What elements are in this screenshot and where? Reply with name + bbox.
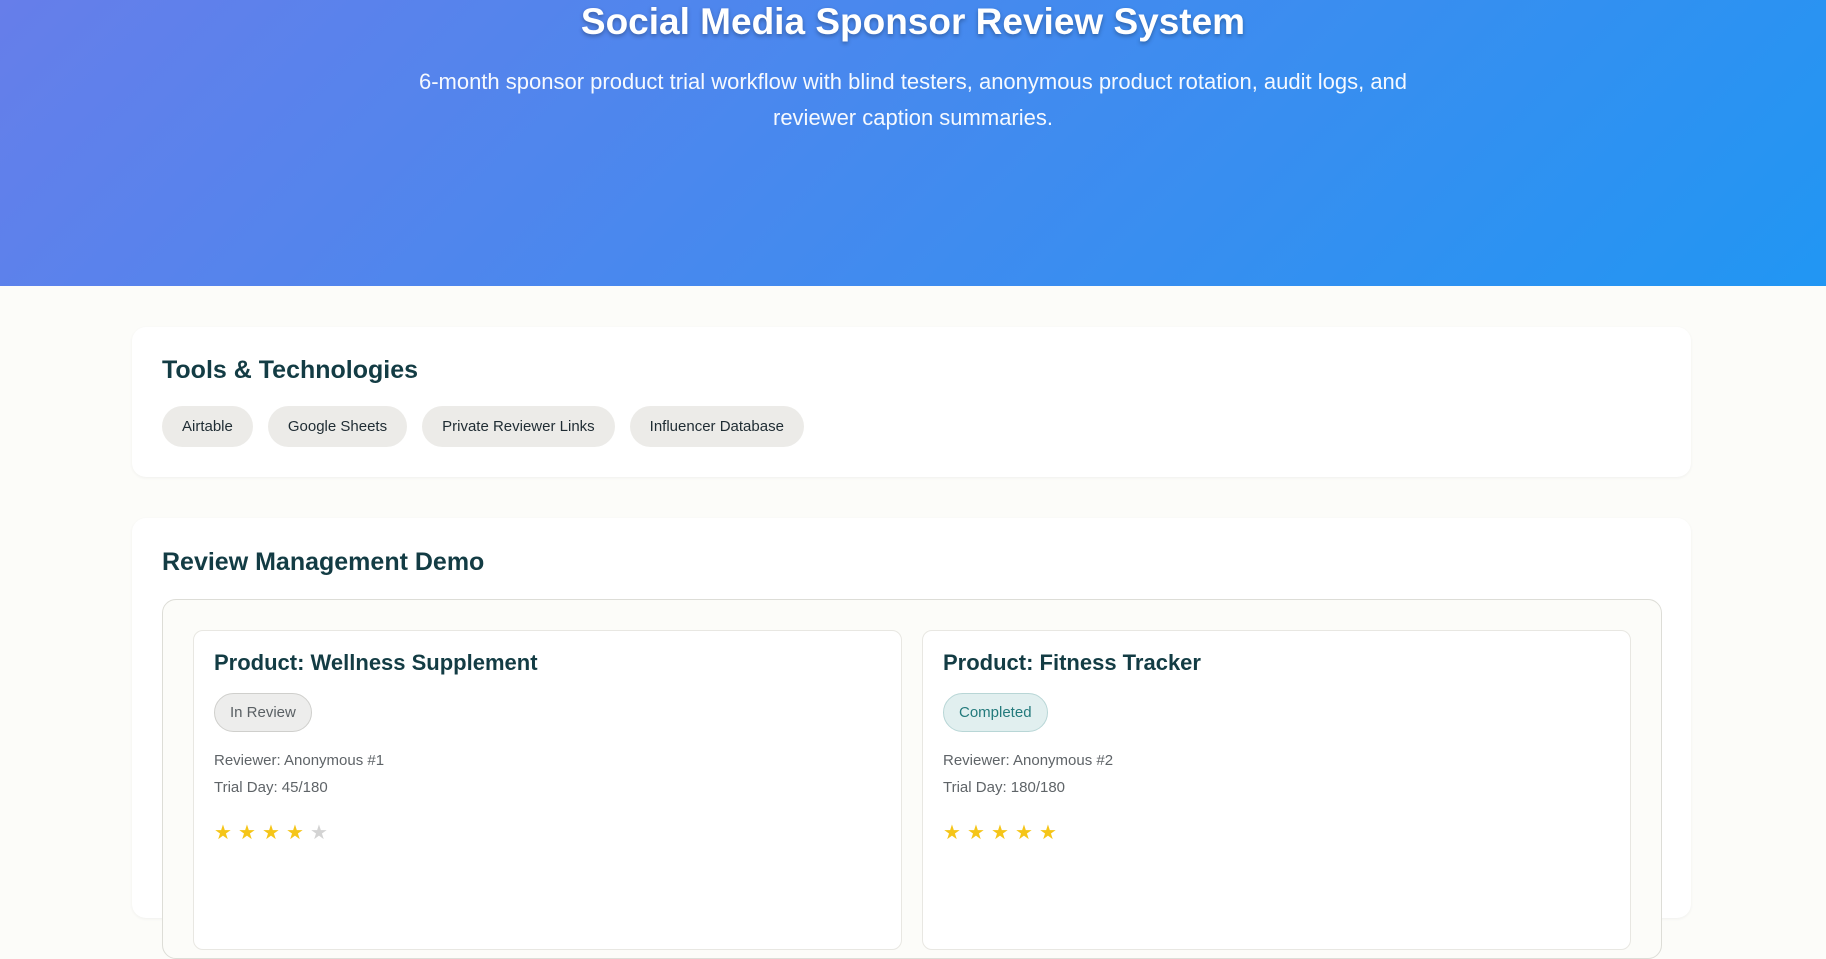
star-filled-icon: ★ — [1015, 822, 1033, 844]
star-filled-icon: ★ — [943, 822, 961, 844]
star-filled-icon: ★ — [1039, 822, 1057, 844]
hero-banner: Social Media Sponsor Review System 6-mon… — [0, 0, 1826, 286]
product-title: Product: Wellness Supplement — [214, 650, 538, 675]
page-subtitle: 6-month sponsor product trial workflow w… — [418, 69, 1408, 130]
tool-tag-google-sheets: Google Sheets — [267, 406, 408, 447]
star-rating: ★ ★ ★ ★ ★ — [943, 821, 1057, 845]
product-card-wellness-supplement[interactable]: Product: Wellness Supplement In Review R… — [193, 630, 902, 950]
tools-tag-list: Airtable Google Sheets Private Reviewer … — [162, 406, 804, 447]
tool-tag-influencer-database: Influencer Database — [629, 406, 804, 447]
star-filled-icon: ★ — [991, 822, 1009, 844]
star-filled-icon: ★ — [238, 822, 256, 844]
star-filled-icon: ★ — [214, 822, 232, 844]
tools-title: Tools & Technologies — [162, 356, 419, 384]
demo-panel: Product: Wellness Supplement In Review R… — [162, 599, 1662, 959]
star-filled-icon: ★ — [262, 822, 280, 844]
reviewer-label: Reviewer: Anonymous #2 — [943, 752, 1114, 769]
star-filled-icon: ★ — [967, 822, 985, 844]
status-badge: Completed — [943, 693, 1048, 732]
trial-day-label: Trial Day: 180/180 — [943, 779, 1066, 796]
demo-card: Review Management Demo Product: Wellness… — [132, 518, 1691, 959]
product-title: Product: Fitness Tracker — [943, 650, 1201, 675]
star-filled-icon: ★ — [286, 822, 304, 844]
demo-title: Review Management Demo — [162, 548, 485, 576]
reviewer-label: Reviewer: Anonymous #1 — [214, 752, 385, 769]
status-badge: In Review — [214, 693, 312, 732]
page-title: Social Media Sponsor Review System — [580, 1, 1246, 42]
product-card-fitness-tracker[interactable]: Product: Fitness Tracker Completed Revie… — [922, 630, 1631, 950]
tool-tag-private-reviewer-links: Private Reviewer Links — [422, 406, 615, 447]
tool-tag-airtable: Airtable — [162, 406, 253, 447]
star-rating: ★ ★ ★ ★ ★ — [214, 821, 328, 845]
tools-card: Tools & Technologies Airtable Google She… — [132, 327, 1691, 477]
star-empty-icon: ★ — [310, 822, 328, 844]
trial-day-label: Trial Day: 45/180 — [214, 779, 328, 796]
